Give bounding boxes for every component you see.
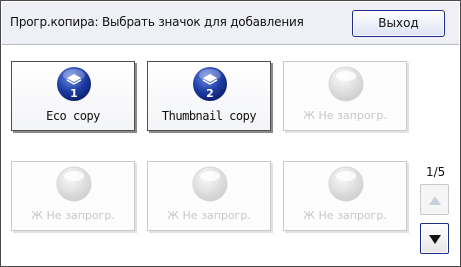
program-tile-3[interactable]: Ж Не запрогр. <box>283 61 407 131</box>
exit-button[interactable]: Выход <box>352 10 445 37</box>
empty-program-icon <box>192 166 228 202</box>
program-number: 1 <box>70 87 78 100</box>
empty-program-icon <box>328 66 364 102</box>
program-label: Ж Не запрогр. <box>31 209 115 222</box>
arrow-up-icon <box>429 196 441 205</box>
program-tile-1[interactable]: 1 Eco copy <box>11 61 135 131</box>
program-label: Ж Не запрогр. <box>303 109 387 122</box>
arrow-down-icon <box>429 235 441 244</box>
copy-program-icon: 2 <box>193 67 227 101</box>
page-title: Прогр.копира: Выбрать значок для добавле… <box>10 15 304 29</box>
scroll-down-button[interactable] <box>420 223 449 254</box>
program-label: Thumbnail copy <box>161 109 257 123</box>
program-label: Ж Не запрогр. <box>303 209 387 222</box>
program-tile-6[interactable]: Ж Не запрогр. <box>283 161 407 231</box>
empty-program-icon <box>56 166 92 202</box>
program-tile-2[interactable]: 2 Thumbnail copy <box>147 61 271 131</box>
program-tile-5[interactable]: Ж Не запрогр. <box>147 161 271 231</box>
page-indicator: 1/5 <box>426 165 446 179</box>
screen-frame: Прогр.копира: Выбрать значок для добавле… <box>0 0 461 267</box>
scroll-up-button[interactable] <box>420 184 449 215</box>
empty-program-icon <box>328 166 364 202</box>
program-label: Ж Не запрогр. <box>167 209 251 222</box>
program-label: Eco copy <box>46 109 100 123</box>
program-tile-4[interactable]: Ж Не запрогр. <box>11 161 135 231</box>
program-number: 2 <box>206 87 214 100</box>
copy-program-icon: 1 <box>57 67 91 101</box>
header-bar: Прогр.копира: Выбрать значок для добавле… <box>2 2 459 45</box>
